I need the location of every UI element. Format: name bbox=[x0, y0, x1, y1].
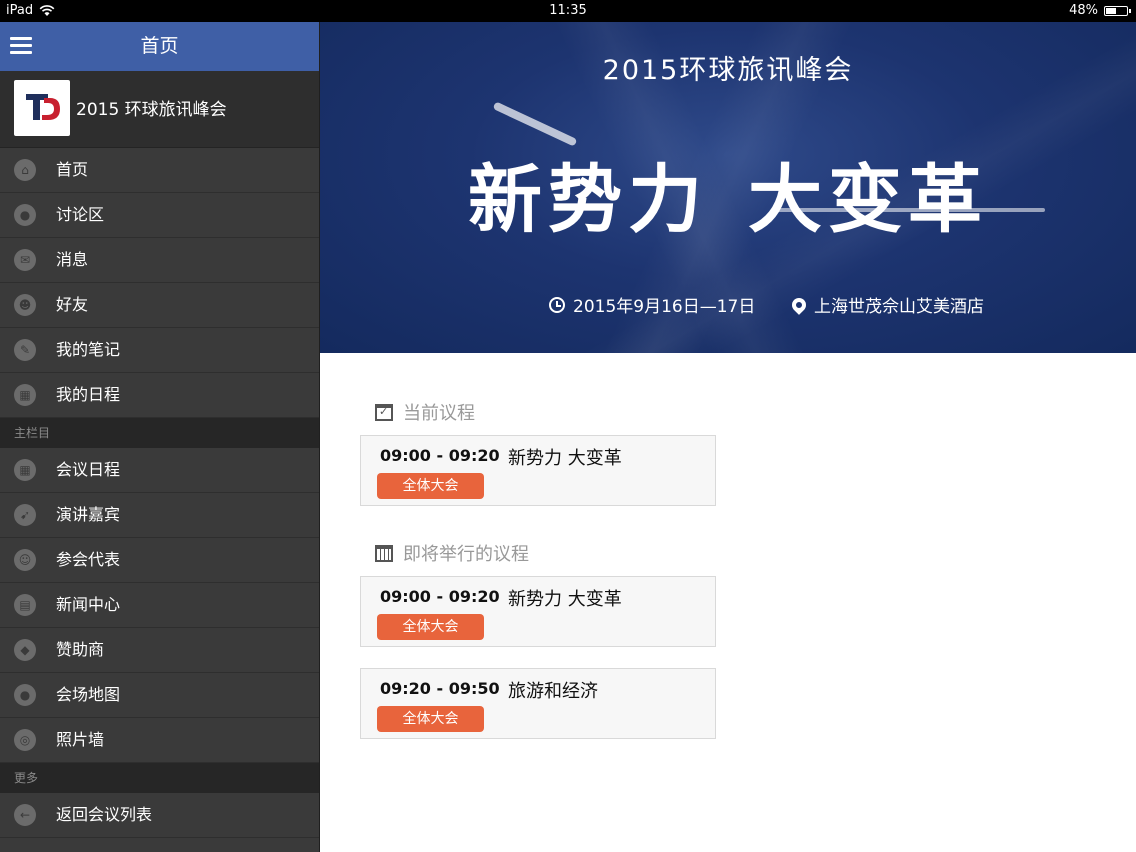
sidebar-item-label: 演讲嘉宾 bbox=[56, 505, 121, 524]
mail-icon: ✉ bbox=[14, 249, 36, 271]
sidebar-item-venue-map[interactable]: ● 会场地图 bbox=[0, 673, 319, 718]
sidebar-item-my-schedule[interactable]: ▦ 我的日程 bbox=[0, 373, 319, 418]
session-name: 新势力 大变革 bbox=[508, 448, 622, 469]
sidebar-item-label: 会议日程 bbox=[56, 460, 121, 479]
agenda-card[interactable]: 09:00 - 09:20 新势力 大变革 全体大会 bbox=[360, 435, 716, 506]
diamond-icon: ◆ bbox=[14, 639, 36, 661]
session-time: 09:00 - 09:20 bbox=[380, 446, 500, 465]
battery-percent: 48% bbox=[1069, 3, 1098, 18]
status-right: 48% bbox=[1069, 0, 1131, 22]
news-icon: ▤ bbox=[14, 594, 36, 616]
sidebar-item-sponsors[interactable]: ◆ 赞助商 bbox=[0, 628, 319, 673]
session-time: 09:20 - 09:50 bbox=[380, 679, 500, 698]
map-pin-icon: ● bbox=[14, 684, 36, 706]
agenda-card[interactable]: 09:00 - 09:20 新势力 大变革 全体大会 bbox=[360, 576, 716, 647]
status-time: 11:35 bbox=[549, 3, 587, 18]
calendar-icon: ▦ bbox=[14, 459, 36, 481]
sidebar-item-label: 首页 bbox=[56, 160, 89, 179]
session-tag: 全体大会 bbox=[377, 473, 484, 499]
sidebar-item-messages[interactable]: ✉ 消息 bbox=[0, 238, 319, 283]
sidebar-item-friends[interactable]: ☻ 好友 bbox=[0, 283, 319, 328]
sidebar-item-back-to-list[interactable]: ← 返回会议列表 bbox=[0, 793, 319, 838]
person-icon: ☺ bbox=[14, 549, 36, 571]
conference-logo bbox=[14, 80, 70, 136]
schedule-icon: ▦ bbox=[14, 384, 36, 406]
sidebar-item-speakers[interactable]: ➹ 演讲嘉宾 bbox=[0, 493, 319, 538]
sidebar-item-label: 返回会议列表 bbox=[56, 805, 153, 824]
session-name: 旅游和经济 bbox=[508, 681, 598, 702]
sidebar-item-label: 讨论区 bbox=[56, 205, 105, 224]
agenda-card[interactable]: 09:20 - 09:50 旅游和经济 全体大会 bbox=[360, 668, 716, 739]
slogan-left: 新势力 bbox=[468, 157, 708, 243]
sidebar-item-notes[interactable]: ✎ 我的笔记 bbox=[0, 328, 319, 373]
session-tag: 全体大会 bbox=[377, 614, 484, 640]
sidebar-item-label: 我的笔记 bbox=[56, 340, 121, 359]
clock-icon bbox=[549, 296, 565, 313]
banner-date: 2015年9月16日—17日 bbox=[549, 292, 755, 317]
sidebar-item-label: 会场地图 bbox=[56, 685, 121, 704]
calendar-icon bbox=[375, 544, 393, 562]
upcoming-agenda-heading: 即将举行的议程 bbox=[375, 540, 529, 566]
sidebar-item-label: 我的日程 bbox=[56, 385, 121, 404]
camera-icon: ◎ bbox=[14, 729, 36, 751]
back-arrow-icon: ← bbox=[14, 804, 36, 826]
sidebar-item-home[interactable]: ⌂ 首页 bbox=[0, 148, 319, 193]
sidebar-item-attendees[interactable]: ☺ 参会代表 bbox=[0, 538, 319, 583]
sidebar-item-label: 照片墙 bbox=[56, 730, 105, 749]
sidebar-item-label: 好友 bbox=[56, 295, 89, 314]
sidebar-item-label: 赞助商 bbox=[56, 640, 105, 659]
event-location: 上海世茂佘山艾美酒店 bbox=[814, 297, 984, 317]
sidebar: 首页 2015 环球旅讯峰会 ⌂ 首页 ● 讨论区 ✉ 消息 ☻ 好友 ✎ 我的… bbox=[0, 22, 320, 852]
chat-icon: ● bbox=[14, 204, 36, 226]
banner-location: 上海世茂佘山艾美酒店 bbox=[789, 292, 984, 317]
agenda-content: 当前议程 09:00 - 09:20 新势力 大变革 全体大会 即将举行的议程 … bbox=[320, 353, 1136, 852]
microphone-icon: ➹ bbox=[14, 504, 36, 526]
slogan-right: 大变革 bbox=[748, 157, 988, 243]
pencil-icon: ✎ bbox=[14, 339, 36, 361]
friends-icon: ☻ bbox=[14, 294, 36, 316]
home-icon: ⌂ bbox=[14, 159, 36, 181]
session-time: 09:00 - 09:20 bbox=[380, 587, 500, 606]
sidebar-item-photo-wall[interactable]: ◎ 照片墙 bbox=[0, 718, 319, 763]
sidebar-item-discussion[interactable]: ● 讨论区 bbox=[0, 193, 319, 238]
status-bar: iPad 11:35 48% bbox=[0, 0, 1136, 22]
session-tag: 全体大会 bbox=[377, 706, 484, 732]
sidebar-item-news[interactable]: ▤ 新闻中心 bbox=[0, 583, 319, 628]
banner-title: 2015环球旅讯峰会 bbox=[602, 55, 854, 86]
current-agenda-heading: 当前议程 bbox=[375, 399, 475, 425]
section-header-main: 主栏目 bbox=[0, 418, 319, 448]
calendar-check-icon bbox=[375, 403, 393, 421]
banner-slogan: 新势力 大变革 bbox=[320, 140, 1136, 247]
battery-icon bbox=[1104, 6, 1131, 16]
event-date: 2015年9月16日—17日 bbox=[573, 297, 756, 317]
sidebar-item-label: 消息 bbox=[56, 250, 89, 269]
conference-brand[interactable]: 2015 环球旅讯峰会 bbox=[0, 71, 319, 148]
header-title: 首页 bbox=[140, 35, 179, 57]
sidebar-item-label: 新闻中心 bbox=[56, 595, 121, 614]
sidebar-item-label: 参会代表 bbox=[56, 550, 121, 569]
current-agenda-title: 当前议程 bbox=[403, 403, 475, 424]
upcoming-agenda-title: 即将举行的议程 bbox=[403, 544, 529, 565]
sidebar-header: 首页 bbox=[0, 22, 319, 71]
conference-banner: 2015环球旅讯峰会 新势力 大变革 2015年9月16日—17日 上海世茂佘山艾… bbox=[320, 22, 1136, 353]
conference-name: 2015 环球旅讯峰会 bbox=[76, 100, 227, 120]
sidebar-item-agenda[interactable]: ▦ 会议日程 bbox=[0, 448, 319, 493]
section-header-more: 更多 bbox=[0, 763, 319, 793]
location-pin-icon bbox=[789, 294, 809, 315]
session-name: 新势力 大变革 bbox=[508, 589, 622, 610]
